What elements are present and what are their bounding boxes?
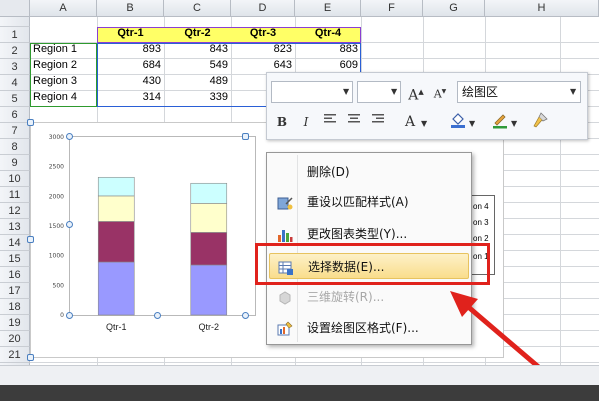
chevron-down-icon[interactable]: ▼ — [511, 119, 517, 128]
menu-item-format-plot-area[interactable]: 设置绘图区格式(F)... — [269, 315, 469, 341]
bar-segment-region-3[interactable] — [97, 195, 135, 222]
column-header-h[interactable]: H — [485, 0, 599, 17]
menu-item-label: 删除(D) — [307, 165, 350, 179]
chart-type-icon — [277, 226, 293, 242]
chevron-down-icon[interactable]: ▼ — [570, 87, 576, 96]
font-name-box[interactable] — [271, 81, 353, 103]
row-header[interactable]: 19 — [0, 315, 30, 331]
bold-button[interactable]: B — [271, 111, 293, 133]
row-header[interactable]: 13 — [0, 219, 30, 235]
column-header-f[interactable]: F — [361, 0, 423, 17]
chevron-down-icon[interactable]: ▼ — [391, 87, 397, 96]
y-tick-label: 500 — [53, 282, 65, 289]
menu-item-delete[interactable]: 删除(D) — [269, 159, 469, 185]
row-header[interactable]: 15 — [0, 251, 30, 267]
bar-segment-region-4[interactable] — [97, 176, 135, 197]
row-header[interactable]: 10 — [0, 171, 30, 187]
row-header[interactable]: 9 — [0, 155, 30, 171]
bar-segment-region-1[interactable] — [97, 261, 135, 316]
shrink-font-label: A — [433, 87, 442, 101]
menu-item-3d-rotation: 三维旋转(R)... — [269, 284, 469, 310]
row-header[interactable]: 16 — [0, 267, 30, 283]
status-bar — [0, 385, 599, 401]
select-all-corner[interactable] — [0, 0, 30, 17]
menu-item-reset-style[interactable]: 重设以匹配样式(A) — [269, 189, 469, 215]
row-header[interactable]: 20 — [0, 331, 30, 347]
column-header-c[interactable]: C — [164, 0, 231, 17]
row-header[interactable]: 2 — [0, 43, 30, 59]
column-header-a[interactable]: A — [30, 0, 97, 17]
bar-segment-region-4[interactable] — [190, 182, 228, 204]
y-tick-label: 2500 — [49, 164, 64, 171]
y-tick-label: 2000 — [49, 193, 64, 200]
format-plot-area-icon — [277, 320, 293, 336]
row-header[interactable]: 12 — [0, 203, 30, 219]
grow-font-button[interactable]: A▲ — [405, 81, 427, 104]
bar-segment-region-2[interactable] — [190, 232, 228, 266]
row-header[interactable]: 17 — [0, 283, 30, 299]
column-header-d[interactable]: D — [231, 0, 295, 17]
menu-item-label: 重设以匹配样式(A) — [307, 195, 409, 209]
category-range-border — [97, 27, 361, 43]
align-center-icon[interactable] — [343, 111, 365, 133]
y-tick-label: 1500 — [49, 223, 64, 230]
column-header-g[interactable]: G — [423, 0, 485, 17]
legend-item: on 2 — [473, 234, 489, 243]
align-left-icon[interactable] — [319, 111, 341, 133]
y-tick-label: 1000 — [49, 253, 64, 260]
row-header[interactable]: 5 — [0, 91, 30, 107]
legend-item: on 3 — [473, 218, 489, 227]
bar-segment-region-1[interactable] — [190, 264, 228, 316]
italic-button[interactable]: I — [295, 111, 317, 133]
row-header[interactable]: 4 — [0, 75, 30, 91]
row-header[interactable]: 3 — [0, 59, 30, 75]
row-header[interactable]: 11 — [0, 187, 30, 203]
chevron-down-icon[interactable]: ▼ — [469, 119, 475, 128]
column-header-e[interactable]: E — [295, 0, 361, 17]
row-header[interactable]: 1 — [0, 27, 30, 43]
chart-element-select[interactable]: 绘图区 — [457, 81, 581, 103]
shrink-font-button[interactable]: A▼ — [429, 81, 451, 103]
font-color-button[interactable]: A — [399, 111, 421, 133]
x-tick-label: Qtr-2 — [198, 322, 219, 332]
align-right-icon[interactable] — [367, 111, 389, 133]
row-header[interactable]: 6 — [0, 107, 30, 123]
row-header[interactable]: 14 — [0, 235, 30, 251]
chevron-down-icon[interactable]: ▼ — [421, 119, 427, 128]
bar-segment-region-2[interactable] — [97, 221, 135, 263]
row-header[interactable]: 7 — [0, 123, 30, 139]
column-header-b[interactable]: B — [97, 0, 164, 17]
format-mini-toolbar: ▼ ▼ A▲ A▼ 绘图区 ▼ B I A ▼ ▼ ▼ — [266, 72, 588, 140]
3d-rotate-icon — [277, 289, 293, 305]
annotation-highlight-box — [255, 243, 490, 285]
series-name-range-border — [30, 43, 97, 107]
menu-item-label: 设置绘图区格式(F)... — [307, 321, 419, 335]
y-tick-label: 3000 — [49, 134, 64, 141]
outline-color-icon[interactable] — [489, 111, 511, 133]
reset-style-icon — [277, 194, 293, 210]
grow-font-label: A — [408, 87, 419, 104]
bar-segment-region-3[interactable] — [190, 203, 228, 233]
sheet-tab-bar — [0, 365, 599, 386]
row-header[interactable]: 21 — [0, 347, 30, 363]
y-tick-label: 0 — [60, 312, 64, 319]
format-painter-icon[interactable] — [529, 111, 551, 133]
row-header[interactable]: 8 — [0, 139, 30, 155]
legend-item: on 4 — [473, 202, 489, 211]
row-header-gap — [0, 17, 30, 27]
chevron-down-icon[interactable]: ▼ — [343, 87, 349, 96]
fill-color-icon[interactable] — [447, 111, 469, 133]
x-tick-label: Qtr-1 — [106, 322, 127, 332]
row-header[interactable]: 18 — [0, 299, 30, 315]
menu-item-label: 三维旋转(R)... — [307, 290, 385, 304]
